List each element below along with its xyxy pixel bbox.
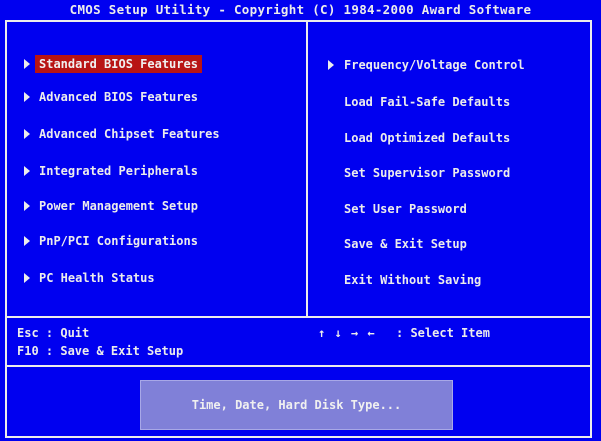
right-triangle-icon	[24, 236, 30, 246]
menu-item-load-optimized-defaults[interactable]: Load Optimized Defaults	[340, 129, 514, 147]
navigation-arrows-icon: ↑ ↓ → ←	[318, 326, 376, 340]
menu-item-pnp-pci-configurations[interactable]: PnP/PCI Configurations	[35, 232, 202, 250]
menu-item-save-and-exit-setup[interactable]: Save & Exit Setup	[340, 235, 471, 253]
help-esc-quit: Esc : Quit	[17, 326, 90, 340]
menu-item-advanced-bios-features[interactable]: Advanced BIOS Features	[35, 88, 202, 106]
menu-item-standard-bios-features[interactable]: Standard BIOS Features	[35, 55, 202, 73]
help-select-item: : Select Item	[396, 326, 490, 340]
divider-description	[5, 365, 592, 367]
main-frame	[5, 20, 592, 438]
right-triangle-icon	[24, 92, 30, 102]
menu-item-exit-without-saving[interactable]: Exit Without Saving	[340, 271, 485, 289]
menu-item-advanced-chipset-features[interactable]: Advanced Chipset Features	[35, 125, 224, 143]
right-triangle-icon	[328, 60, 334, 70]
item-description-text: Time, Date, Hard Disk Type...	[191, 398, 402, 412]
window-title: CMOS Setup Utility - Copyright (C) 1984-…	[69, 2, 532, 17]
divider-columns	[306, 21, 308, 317]
right-triangle-icon	[24, 273, 30, 283]
menu-item-integrated-peripherals[interactable]: Integrated Peripherals	[35, 162, 202, 180]
right-triangle-icon	[24, 201, 30, 211]
item-description-box: Time, Date, Hard Disk Type...	[140, 380, 453, 430]
menu-item-frequency-voltage-control[interactable]: Frequency/Voltage Control	[340, 56, 529, 74]
right-triangle-icon	[24, 59, 30, 69]
right-triangle-icon	[24, 166, 30, 176]
right-triangle-icon	[24, 129, 30, 139]
divider-help	[5, 316, 592, 318]
menu-item-power-management-setup[interactable]: Power Management Setup	[35, 197, 202, 215]
menu-item-set-user-password[interactable]: Set User Password	[340, 200, 471, 218]
menu-item-load-fail-safe-defaults[interactable]: Load Fail-Safe Defaults	[340, 93, 514, 111]
menu-item-set-supervisor-password[interactable]: Set Supervisor Password	[340, 164, 514, 182]
help-f10-save-exit: F10 : Save & Exit Setup	[17, 344, 184, 358]
menu-item-pc-health-status[interactable]: PC Health Status	[35, 269, 159, 287]
